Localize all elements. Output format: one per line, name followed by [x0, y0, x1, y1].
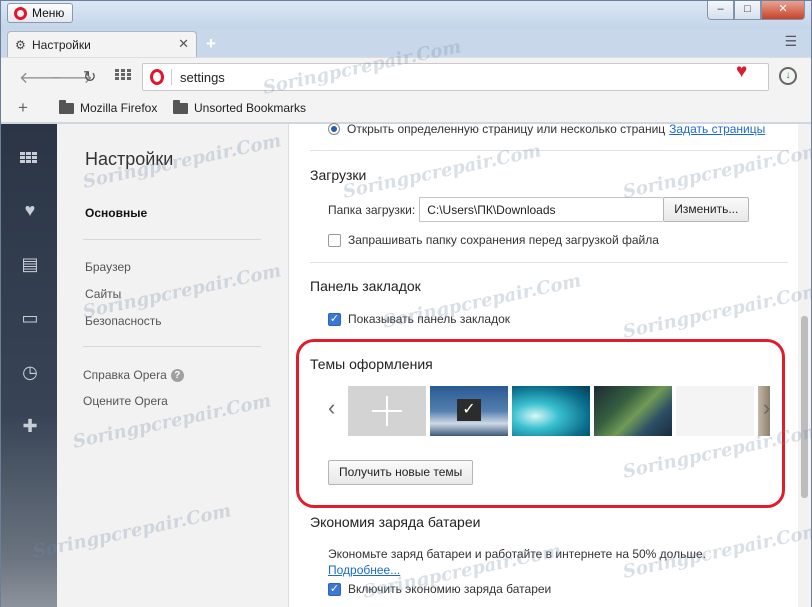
startup-option-row[interactable]: Открыть определенную страницу или нескол…	[328, 122, 765, 136]
address-bar[interactable]: settings	[142, 63, 769, 91]
heart-icon[interactable]: ♥	[736, 61, 747, 83]
battery-title: Экономия заряда батареи	[310, 514, 481, 530]
download-folder-row: Папка загрузки: C:\Users\ПК\Downloads Из…	[328, 197, 750, 222]
bookmarks-bar: + Mozilla Firefox Unsorted Bookmarks	[1, 95, 811, 123]
downloads-title: Загрузки	[310, 167, 367, 183]
speed-dial-icon[interactable]	[20, 152, 40, 163]
show-bookmarks-checkbox[interactable]: ✓	[328, 312, 341, 326]
tab-strip: ⚙ Настройки ✕ + ☰	[1, 29, 811, 57]
opera-menu-button[interactable]: Меню	[7, 3, 74, 23]
new-tab-icon[interactable]: +	[206, 34, 216, 54]
history-icon[interactable]: ◷	[20, 362, 40, 383]
tab-close-icon[interactable]: ✕	[178, 36, 189, 52]
add-bookmark-icon[interactable]: +	[18, 98, 28, 118]
settings-nav: Настройки Основные Браузер Сайты Безопас…	[57, 124, 289, 607]
tab-title: Настройки	[32, 38, 91, 52]
nav-sites[interactable]: Сайты	[85, 287, 121, 301]
nav-browser[interactable]: Браузер	[85, 260, 131, 274]
scrollbar-thumb[interactable]	[801, 316, 808, 498]
ask-folder-row[interactable]: Запрашивать папку сохранения перед загру…	[328, 233, 659, 247]
address-value: settings	[180, 70, 225, 85]
folder-icon	[173, 99, 188, 114]
window-controls: – □ ✕	[707, 1, 805, 21]
set-pages-link[interactable]: Задать страницы	[669, 122, 765, 136]
battery-enable-checkbox[interactable]: ✓	[328, 582, 341, 596]
change-folder-button[interactable]: Изменить...	[663, 197, 750, 222]
rate-opera-link[interactable]: Оцените Opera	[83, 394, 168, 408]
minimize-button[interactable]: –	[707, 1, 734, 20]
nav-basic[interactable]: Основные	[85, 206, 147, 220]
speed-dial-grid-icon[interactable]	[115, 69, 132, 80]
settings-title: Настройки	[85, 149, 174, 169]
bookmark-item[interactable]: Unsorted Bookmarks	[173, 99, 306, 115]
download-folder-input[interactable]: C:\Users\ПК\Downloads	[419, 197, 664, 222]
opera-sidebar: ♥ ▤ ▭ ◷ ✚	[1, 124, 57, 607]
opera-badge-icon	[150, 69, 164, 85]
gear-icon: ⚙	[15, 38, 26, 52]
ask-folder-checkbox[interactable]	[328, 233, 341, 247]
menu-label: Меню	[32, 6, 65, 20]
scrollbar[interactable]	[798, 124, 811, 607]
tab-settings[interactable]: ⚙ Настройки ✕	[7, 31, 197, 57]
tab-menu-icon[interactable]: ☰	[784, 33, 797, 50]
sync-icon[interactable]: ▭	[20, 308, 40, 329]
battery-more-link[interactable]: Подробнее...	[328, 563, 400, 577]
question-icon: ?	[170, 368, 184, 382]
battery-enable-row[interactable]: ✓ Включить экономию заряда батареи	[328, 582, 551, 596]
extensions-icon[interactable]: ✚	[20, 416, 40, 437]
maximize-button[interactable]: □	[734, 1, 761, 20]
title-bar: Меню – □ ✕	[1, 1, 811, 29]
reload-icon[interactable]: ↻	[83, 67, 96, 87]
folder-icon	[59, 99, 74, 114]
news-icon[interactable]: ▤	[20, 254, 40, 275]
download-icon[interactable]: ↓	[779, 67, 797, 85]
help-link[interactable]: Справка Opera ?	[83, 368, 184, 382]
nav-security[interactable]: Безопасность	[85, 314, 162, 328]
battery-description: Экономьте заряд батареи и работайте в ин…	[328, 547, 706, 561]
startup-radio[interactable]	[328, 123, 340, 135]
bookmark-item[interactable]: Mozilla Firefox	[59, 99, 157, 115]
bookmarks-panel-title: Панель закладок	[310, 278, 421, 294]
themes-highlight	[296, 339, 785, 508]
opera-logo-icon	[14, 7, 27, 20]
close-button[interactable]: ✕	[761, 1, 805, 20]
browser-window: Меню – □ ✕ ⚙ Настройки ✕ + ☰ 🡐 🡒 ↻ setti…	[0, 0, 812, 607]
show-bookmarks-row[interactable]: ✓ Показывать панель закладок	[328, 312, 510, 326]
heart-icon[interactable]: ♥	[20, 200, 40, 221]
navigation-toolbar: 🡐 🡒 ↻ settings ♥ ↓	[1, 57, 811, 95]
